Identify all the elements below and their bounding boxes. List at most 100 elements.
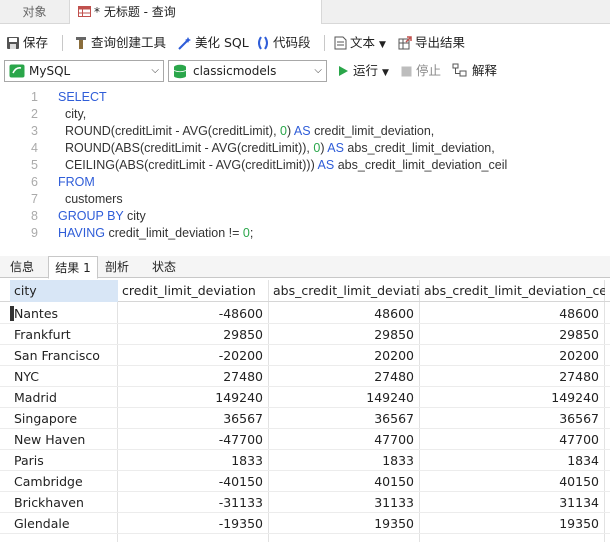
table-cell[interactable]: 29850 bbox=[118, 324, 269, 345]
code-line[interactable]: 6 FROM bbox=[0, 174, 95, 191]
table-cell[interactable]: NYC bbox=[10, 366, 118, 387]
table-cell[interactable]: 1833 bbox=[269, 450, 420, 471]
table-row[interactable]: Frankfurt 29850 29850 29850 bbox=[0, 324, 610, 345]
table-row[interactable]: Cambridge -40150 40150 40150 bbox=[0, 471, 610, 492]
tab-objects[interactable]: 对象 bbox=[0, 0, 70, 24]
table-cell[interactable]: 36567 bbox=[118, 408, 269, 429]
table-cell[interactable]: Paris bbox=[10, 450, 118, 471]
database-icon bbox=[173, 64, 187, 79]
table-cell[interactable]: Frankfurt bbox=[10, 324, 118, 345]
table-row[interactable]: Brickhaven -31133 31133 31134 bbox=[0, 492, 610, 513]
run-button[interactable]: 运行 ▼ bbox=[337, 60, 389, 82]
table-cell[interactable]: 27480 bbox=[118, 366, 269, 387]
table-cell[interactable]: -31133 bbox=[118, 492, 269, 513]
query-table-icon bbox=[78, 6, 91, 17]
table-cell[interactable]: San Francisco bbox=[10, 345, 118, 366]
table-row[interactable]: San Francisco -20200 20200 20200 bbox=[0, 345, 610, 366]
column-header[interactable]: abs_credit_limit_deviation bbox=[269, 280, 420, 302]
tab-query[interactable]: * 无标题 - 查询 bbox=[70, 0, 322, 24]
table-cell[interactable]: 149240 bbox=[420, 387, 605, 408]
table-cell[interactable]: Cambridge bbox=[10, 471, 118, 492]
table-cell[interactable]: -19350 bbox=[118, 513, 269, 534]
table-cell[interactable]: Nantes bbox=[10, 303, 118, 324]
table-cell[interactable]: 36567 bbox=[420, 408, 605, 429]
table-row[interactable]: New Haven -47700 47700 47700 bbox=[0, 429, 610, 450]
table-cell[interactable]: 31134 bbox=[420, 492, 605, 513]
stop-icon bbox=[401, 66, 412, 77]
table-cell[interactable]: Brickhaven bbox=[10, 492, 118, 513]
table-cell[interactable]: 20200 bbox=[420, 345, 605, 366]
text-button[interactable]: 文本 ▼ bbox=[334, 30, 386, 56]
sql-editor[interactable]: 1 SELECT 2 city, 3 ROUND(creditLimit - AVG(… bbox=[0, 86, 610, 248]
beautify-sql-button[interactable]: 美化 SQL bbox=[177, 30, 249, 56]
table-cell[interactable]: Glendale bbox=[10, 513, 118, 534]
sql-text: ROUND(creditLimit - AVG(creditLimit), bbox=[58, 124, 281, 138]
table-cell[interactable]: 1834 bbox=[420, 450, 605, 471]
line-number: 1 bbox=[31, 90, 38, 104]
column-header[interactable]: abs_credit_limit_deviation_ceil bbox=[420, 280, 605, 302]
table-cell[interactable]: New Haven bbox=[10, 429, 118, 450]
tab-status[interactable]: 状态 bbox=[143, 256, 185, 278]
tab-info[interactable]: 信息 bbox=[2, 256, 42, 278]
sql-text: credit_limit_deviation != bbox=[105, 226, 243, 240]
result-grid[interactable]: city credit_limit_deviation abs_credit_lim… bbox=[0, 280, 610, 542]
save-button[interactable]: 保存 bbox=[6, 30, 48, 56]
table-cell[interactable]: 20200 bbox=[269, 345, 420, 366]
tab-profile[interactable]: 剖析 bbox=[98, 256, 136, 278]
table-row[interactable]: Singapore 36567 36567 36567 bbox=[0, 408, 610, 429]
code-line[interactable]: 4 ROUND(ABS(creditLimit - AVG(creditLimi… bbox=[0, 140, 495, 157]
explain-button[interactable]: 解释 bbox=[452, 60, 497, 82]
code-line[interactable]: 9 HAVING credit_limit_deviation != 0; bbox=[0, 225, 253, 242]
table-cell[interactable]: 29850 bbox=[420, 324, 605, 345]
table-cell[interactable]: -40150 bbox=[118, 471, 269, 492]
table-cell[interactable]: 19350 bbox=[269, 513, 420, 534]
table-row[interactable]: Paris 1833 1833 1834 bbox=[0, 450, 610, 471]
table-cell[interactable]: 31133 bbox=[269, 492, 420, 513]
table-cell[interactable]: 149240 bbox=[269, 387, 420, 408]
table-cell[interactable]: 36567 bbox=[269, 408, 420, 429]
table-cell[interactable]: 29850 bbox=[269, 324, 420, 345]
table-row[interactable]: NYC 27480 27480 27480 bbox=[0, 366, 610, 387]
table-cell[interactable]: -47700 bbox=[118, 429, 269, 450]
export-result-button[interactable]: 导出结果 bbox=[398, 30, 465, 56]
table-row[interactable]: Madrid 149240 149240 149240 bbox=[0, 387, 610, 408]
line-number: 8 bbox=[31, 209, 38, 223]
table-cell[interactable]: Madrid bbox=[10, 387, 118, 408]
query-builder-button[interactable]: 查询创建工具 bbox=[74, 30, 166, 56]
table-cell[interactable]: -20200 bbox=[118, 345, 269, 366]
table-cell[interactable]: 47700 bbox=[269, 429, 420, 450]
table-cell[interactable]: Singapore bbox=[10, 408, 118, 429]
table-cell[interactable]: 27480 bbox=[269, 366, 420, 387]
code-line[interactable]: 2 city, bbox=[0, 106, 86, 123]
code-snippet-button[interactable]: 代码段 bbox=[256, 30, 311, 56]
table-cell[interactable]: 27480 bbox=[420, 366, 605, 387]
code-line[interactable]: 5 CEILING(ABS(creditLimit - AVG(creditLi… bbox=[0, 157, 507, 174]
export-result-label: 导出结果 bbox=[415, 35, 466, 50]
column-header[interactable]: city bbox=[10, 280, 118, 302]
stop-button[interactable]: 停止 bbox=[401, 60, 441, 82]
table-cell[interactable]: 47700 bbox=[420, 429, 605, 450]
save-icon bbox=[7, 37, 19, 49]
code-line[interactable]: 7 customers bbox=[0, 191, 123, 208]
server-select[interactable]: MySQL ⌵ bbox=[4, 60, 164, 82]
table-cell[interactable]: 40150 bbox=[269, 471, 420, 492]
chevron-down-icon: ▼ bbox=[382, 68, 389, 78]
table-cell[interactable]: 48600 bbox=[420, 303, 605, 324]
table-cell[interactable]: 19350 bbox=[420, 513, 605, 534]
code-line[interactable]: 3 ROUND(creditLimit - AVG(creditLimit), … bbox=[0, 123, 434, 140]
table-cell[interactable]: 149240 bbox=[118, 387, 269, 408]
code-line[interactable]: 1 SELECT bbox=[0, 89, 107, 106]
column-header[interactable]: credit_limit_deviation bbox=[118, 280, 269, 302]
table-row[interactable]: Glendale -19350 19350 19350 bbox=[0, 513, 610, 534]
table-row[interactable]: Nantes -48600 48600 48600 bbox=[0, 303, 610, 324]
table-cell[interactable]: 1833 bbox=[118, 450, 269, 471]
table-cell[interactable]: 40150 bbox=[420, 471, 605, 492]
document-icon bbox=[334, 36, 347, 50]
table-cell[interactable]: -48600 bbox=[118, 303, 269, 324]
tab-result-1[interactable]: 结果 1 bbox=[48, 256, 98, 279]
database-select[interactable]: classicmodels ⌵ bbox=[168, 60, 327, 82]
sql-keyword: GROUP BY bbox=[58, 209, 124, 223]
toolbar-divider bbox=[324, 35, 325, 51]
code-line[interactable]: 8 GROUP BY city bbox=[0, 208, 146, 225]
table-cell[interactable]: 48600 bbox=[269, 303, 420, 324]
